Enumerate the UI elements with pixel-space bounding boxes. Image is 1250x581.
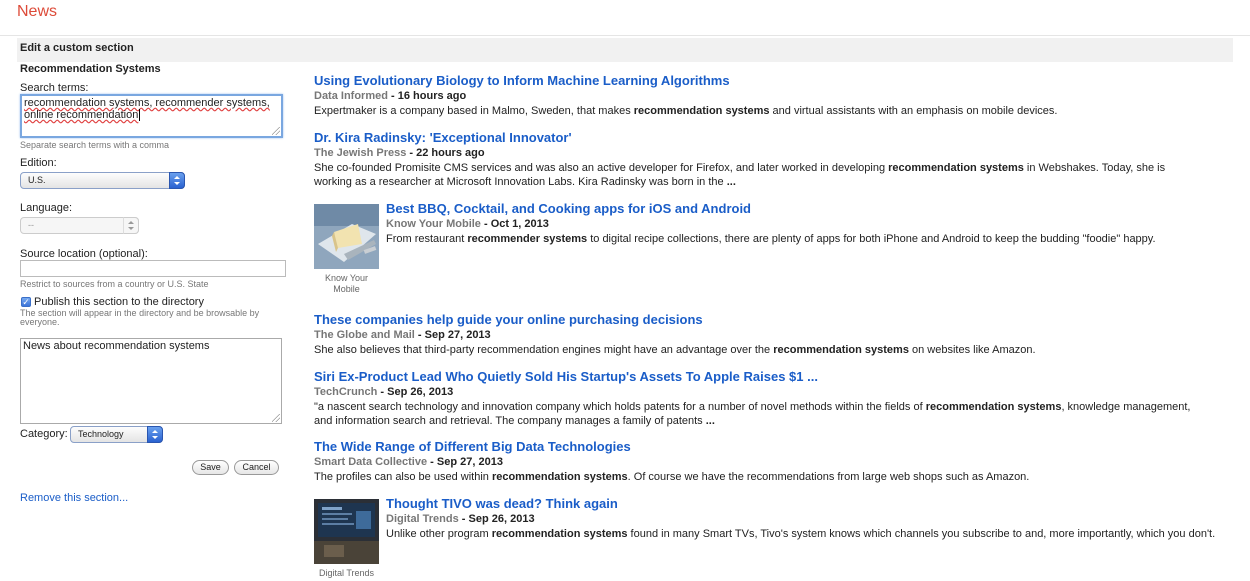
language-label: Language: (20, 202, 72, 214)
article-source: Smart Data Collective (314, 456, 428, 468)
article-item: Dr. Kira Radinsky: 'Exceptional Innovato… (314, 130, 1234, 189)
section-name: Recommendation Systems (20, 63, 161, 75)
section-header-title: Edit a custom section (20, 42, 134, 54)
article-title-link[interactable]: Dr. Kira Radinsky: 'Exceptional Innovato… (314, 130, 1234, 145)
snippet-highlight: recommender systems (467, 233, 588, 245)
article-meta: Digital Trends - Sep 26, 2013 (386, 513, 1234, 525)
article-meta: Smart Data Collective - Sep 27, 2013 (314, 456, 1234, 468)
article-date: - Sep 26, 2013 (458, 513, 535, 525)
language-select-value: -- (28, 220, 34, 230)
cheese-board-image (314, 204, 379, 269)
publish-checkbox[interactable]: ✓ (21, 297, 31, 307)
snippet-highlight: recommendation systems (491, 471, 628, 483)
article-title-link[interactable]: Thought TIVO was dead? Think again (386, 496, 1234, 511)
publish-label: Publish this section to the directory (34, 296, 204, 308)
article-title-link[interactable]: The Wide Range of Different Big Data Tec… (314, 439, 1234, 454)
thumbnail-caption: Know Your Mobile (324, 273, 369, 294)
category-label: Category: (20, 428, 68, 440)
article-snippet: Unlike other program recommendation syst… (386, 528, 1216, 540)
search-terms-hint: Separate search terms with a comma (20, 140, 170, 150)
article-meta: The Globe and Mail - Sep 27, 2013 (314, 329, 1234, 341)
thumbnail-caption: Digital Trends (318, 568, 375, 578)
select-arrows-icon (147, 426, 163, 443)
description-textarea[interactable]: News about recommendation systems (20, 338, 282, 424)
text-cursor (139, 109, 141, 121)
article-source: The Jewish Press (314, 147, 407, 159)
snippet-highlight: recommendation systems (491, 528, 628, 540)
source-location-label: Source location (optional): (20, 248, 148, 260)
article-snippet: Expertmaker is a company based in Malmo,… (314, 105, 1058, 117)
edition-select[interactable]: U.S. (20, 172, 185, 189)
tv-screen-image (314, 499, 379, 564)
resize-handle-icon[interactable] (272, 127, 280, 135)
article-thumbnail[interactable] (314, 204, 379, 269)
remove-section-link[interactable]: Remove this section... (20, 492, 128, 504)
snippet-highlight: ... (705, 415, 715, 427)
article-item: Using Evolutionary Biology to Inform Mac… (314, 73, 1234, 118)
article-snippet: She co-founded Promisite CMS services an… (314, 162, 1166, 188)
article-item: The Wide Range of Different Big Data Tec… (314, 439, 1234, 484)
edition-label: Edition: (20, 157, 57, 169)
article-date: - Sep 27, 2013 (427, 456, 503, 468)
header-divider (0, 35, 1250, 36)
snippet-highlight: recommendation systems (888, 162, 1024, 174)
article-title-link[interactable]: Using Evolutionary Biology to Inform Mac… (314, 73, 1234, 88)
article-date: - Sep 26, 2013 (377, 386, 454, 398)
article-source: The Globe and Mail (314, 329, 415, 341)
select-arrows-icon (169, 172, 185, 189)
snippet-highlight: recommendation systems (925, 401, 1062, 413)
category-select-value: Technology (78, 429, 124, 439)
snippet-highlight: ... (726, 176, 736, 188)
article-snippet: From restaurant recommender systems to d… (386, 233, 1156, 245)
article-item: Siri Ex-Product Lead Who Quietly Sold Hi… (314, 369, 1234, 428)
article-date: - 16 hours ago (387, 90, 467, 102)
article-title-link[interactable]: Siri Ex-Product Lead Who Quietly Sold Hi… (314, 369, 1234, 384)
snippet-highlight: recommendation systems (773, 344, 909, 356)
article-date: - 22 hours ago (406, 147, 485, 159)
article-source: Data Informed (314, 90, 388, 102)
article-meta: TechCrunch - Sep 26, 2013 (314, 386, 1234, 398)
cancel-button[interactable]: Cancel (234, 460, 279, 475)
search-terms-textarea[interactable]: recommendation systems, recommender syst… (20, 94, 283, 138)
search-terms-label: Search terms: (20, 82, 89, 94)
checkmark-icon: ✓ (22, 297, 30, 307)
publish-hint: The section will appear in the directory… (20, 308, 260, 327)
source-location-input[interactable] (20, 260, 286, 277)
category-select[interactable]: Technology (70, 426, 163, 443)
article-meta: Know Your Mobile - Oct 1, 2013 (386, 218, 1234, 230)
resize-handle-icon[interactable] (272, 414, 280, 422)
search-terms-line-1: recommendation systems, recommender syst… (24, 97, 270, 109)
article-title-link[interactable]: These companies help guide your online p… (314, 312, 1234, 327)
article-date: - Sep 27, 2013 (414, 329, 491, 341)
description-text: News about recommendation systems (23, 340, 210, 352)
search-terms-line-2: online recommendation (24, 109, 139, 121)
save-button[interactable]: Save (192, 460, 229, 475)
article-item: These companies help guide your online p… (314, 312, 1234, 357)
article-meta: The Jewish Press - 22 hours ago (314, 147, 1234, 159)
article-snippet: She also believes that third-party recom… (314, 344, 1036, 356)
article-snippet: "a nascent search technology and innovat… (314, 401, 1191, 427)
app-brand[interactable]: News (17, 3, 57, 21)
snippet-highlight: recommendation systems (633, 105, 770, 117)
article-item: Thought TIVO was dead? Think again Digit… (386, 496, 1234, 541)
article-thumbnail[interactable] (314, 499, 379, 564)
article-source: TechCrunch (314, 386, 378, 398)
source-location-hint: Restrict to sources from a country or U.… (20, 279, 209, 289)
article-source: Know Your Mobile (386, 218, 481, 230)
section-header-bar: Edit a custom section (17, 38, 1233, 62)
select-arrows-icon (123, 217, 139, 234)
article-snippet: The profiles can also be used within rec… (314, 471, 1030, 483)
article-meta: Data Informed - 16 hours ago (314, 90, 1234, 102)
language-select[interactable]: -- (20, 217, 139, 234)
edition-select-value: U.S. (28, 175, 46, 185)
article-title-link[interactable]: Best BBQ, Cocktail, and Cooking apps for… (386, 201, 1234, 216)
article-source: Digital Trends (386, 513, 459, 525)
article-date: - Oct 1, 2013 (480, 218, 549, 230)
article-item: Best BBQ, Cocktail, and Cooking apps for… (386, 201, 1234, 246)
